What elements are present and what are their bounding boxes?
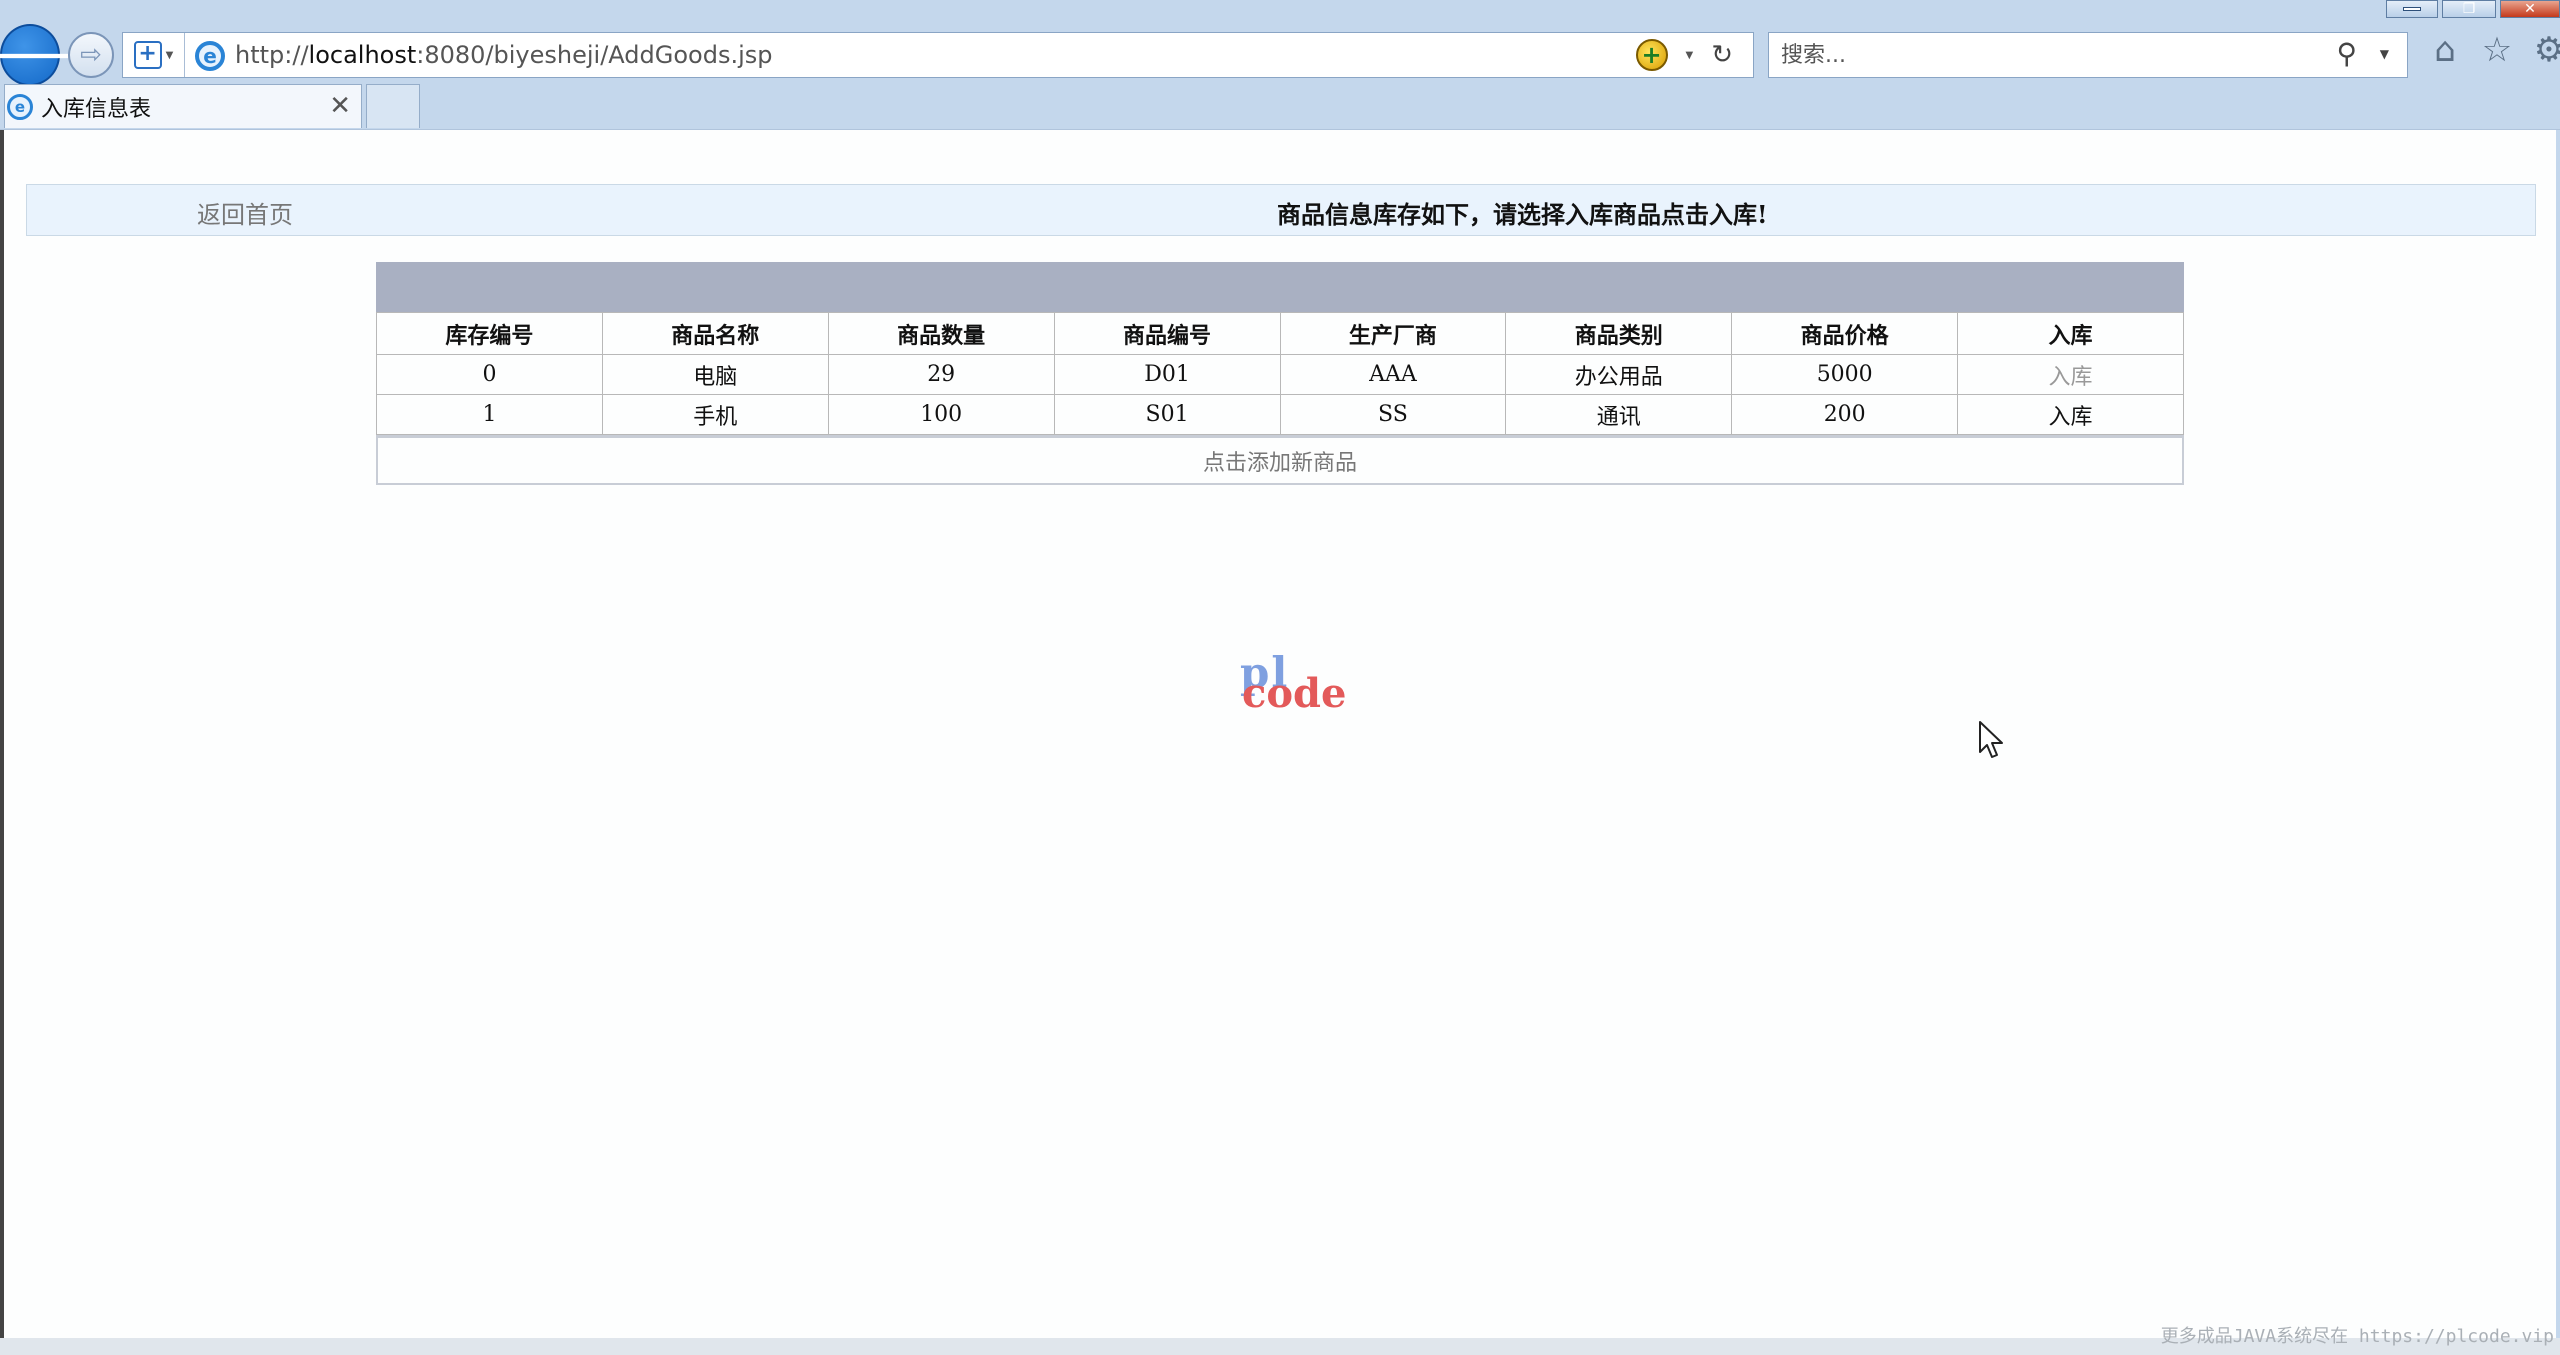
home-icon[interactable]: ⌂	[2428, 30, 2462, 70]
cell-stock-id: 0	[376, 354, 603, 395]
url-text[interactable]: http://localhost:8080/biyesheji/AddGoods…	[235, 41, 773, 69]
search-dropdown-icon[interactable]: ▼	[2380, 47, 2389, 61]
cell-price: 200	[1731, 394, 1959, 435]
refresh-icon[interactable]: ↻	[1711, 40, 1733, 70]
address-dropdown-icon[interactable]: ▼	[1686, 50, 1694, 61]
tab-title: 入库信息表	[41, 96, 152, 122]
window-controls: ❐ ✕	[2386, 0, 2560, 18]
forward-arrow-icon: ⇨	[80, 40, 102, 70]
logo-text-bottom: code	[1242, 670, 1347, 717]
url-prefix: http://	[235, 41, 309, 69]
close-window-button[interactable]: ✕	[2500, 0, 2560, 18]
cell-manufacturer: AAA	[1279, 354, 1507, 395]
cell-category: 办公用品	[1505, 354, 1733, 395]
header-stock-in: 入库	[1957, 312, 2184, 355]
table-caption-band	[376, 262, 2184, 312]
address-actions: + ▼ ↻	[1635, 39, 1733, 71]
cell-goods-name: 电脑	[601, 354, 829, 395]
cell-goods-quantity: 100	[827, 394, 1055, 435]
table-row: 0 电脑 29 D01 AAA 办公用品 5000 入库	[376, 354, 2184, 395]
add-site-icon: +	[133, 41, 162, 69]
ie-tab-icon: e	[7, 93, 33, 120]
settings-gear-icon[interactable]: ⚙	[2532, 30, 2560, 70]
search-box: ⚲ ▼	[1768, 32, 2408, 78]
header-goods-code: 商品编号	[1053, 312, 1281, 355]
url-path: :8080/biyesheji/AddGoods.jsp	[416, 41, 773, 69]
search-input[interactable]	[1781, 39, 2301, 71]
favorites-star-icon[interactable]: ☆	[2480, 30, 2514, 70]
browser-toolbar: ⌂ ☆ ⚙	[2428, 30, 2560, 70]
page-notice: 商品信息库存如下，请选择入库商品点击入库!	[1277, 200, 1768, 229]
cell-stock-id: 1	[376, 394, 603, 435]
goods-table: 库存编号 商品名称 商品数量 商品编号 生产厂商 商品类别 商品价格 入库 0 …	[376, 312, 2184, 435]
tab-close-icon[interactable]: ✕	[329, 91, 351, 121]
table-row: 1 手机 100 S01 SS 通讯 200 入库	[376, 394, 2184, 435]
search-icon[interactable]: ⚲	[2336, 37, 2357, 70]
header-stock-id: 库存编号	[376, 312, 603, 355]
site-controls[interactable]: + ▼	[123, 33, 185, 77]
back-button[interactable]: 🡐	[0, 24, 81, 86]
dropdown-arrow-icon: ▼	[165, 49, 174, 61]
stock-in-link[interactable]: 入库	[1957, 354, 2184, 395]
mouse-cursor-icon	[1979, 721, 2003, 758]
minimize-icon	[2403, 7, 2421, 11]
restore-button[interactable]: ❐	[2442, 0, 2496, 18]
header-goods-quantity: 商品数量	[827, 312, 1055, 355]
tab-bar: e 入库信息表 ✕	[0, 84, 2560, 130]
plcode-logo: pl code	[1240, 648, 1346, 718]
back-home-link[interactable]: 返回首页	[197, 195, 293, 230]
tab-active[interactable]: e 入库信息表 ✕	[4, 84, 362, 128]
restore-icon: ❐	[2462, 1, 2476, 17]
url-host: localhost	[308, 41, 417, 69]
compatibility-view-icon[interactable]: +	[1635, 39, 1668, 71]
window-left-border	[0, 130, 4, 1340]
cell-goods-code: D01	[1053, 354, 1281, 395]
cell-goods-quantity: 29	[827, 354, 1055, 395]
cell-manufacturer: SS	[1279, 394, 1507, 435]
goods-table-wrapper: 库存编号 商品名称 商品数量 商品编号 生产厂商 商品类别 商品价格 入库 0 …	[376, 262, 2184, 485]
ie-page-icon: e	[195, 41, 225, 71]
add-new-goods-link[interactable]: 点击添加新商品	[376, 435, 2184, 485]
stock-in-link[interactable]: 入库	[1957, 394, 2184, 435]
header-manufacturer: 生产厂商	[1279, 312, 1507, 355]
window-right-border	[2556, 130, 2560, 1340]
header-category: 商品类别	[1505, 312, 1733, 355]
forward-button[interactable]: ⇨	[68, 32, 114, 78]
header-goods-name: 商品名称	[601, 312, 829, 355]
new-tab-button[interactable]	[366, 84, 420, 128]
address-bar[interactable]: + ▼ e http://localhost:8080/biyesheji/Ad…	[122, 32, 1754, 78]
table-header-row: 库存编号 商品名称 商品数量 商品编号 生产厂商 商品类别 商品价格 入库	[376, 312, 2184, 355]
close-icon: ✕	[2524, 1, 2536, 17]
header-price: 商品价格	[1731, 312, 1959, 355]
minimize-button[interactable]	[2386, 0, 2438, 18]
cell-category: 通讯	[1505, 394, 1733, 435]
cell-goods-name: 手机	[601, 394, 829, 435]
cell-price: 5000	[1731, 354, 1959, 395]
cell-goods-code: S01	[1053, 394, 1281, 435]
watermark-text: 更多成品JAVA系统尽在 https://plcode.vip	[2160, 1326, 2554, 1347]
page-header-strip: 返回首页 商品信息库存如下，请选择入库商品点击入库!	[26, 184, 2536, 236]
